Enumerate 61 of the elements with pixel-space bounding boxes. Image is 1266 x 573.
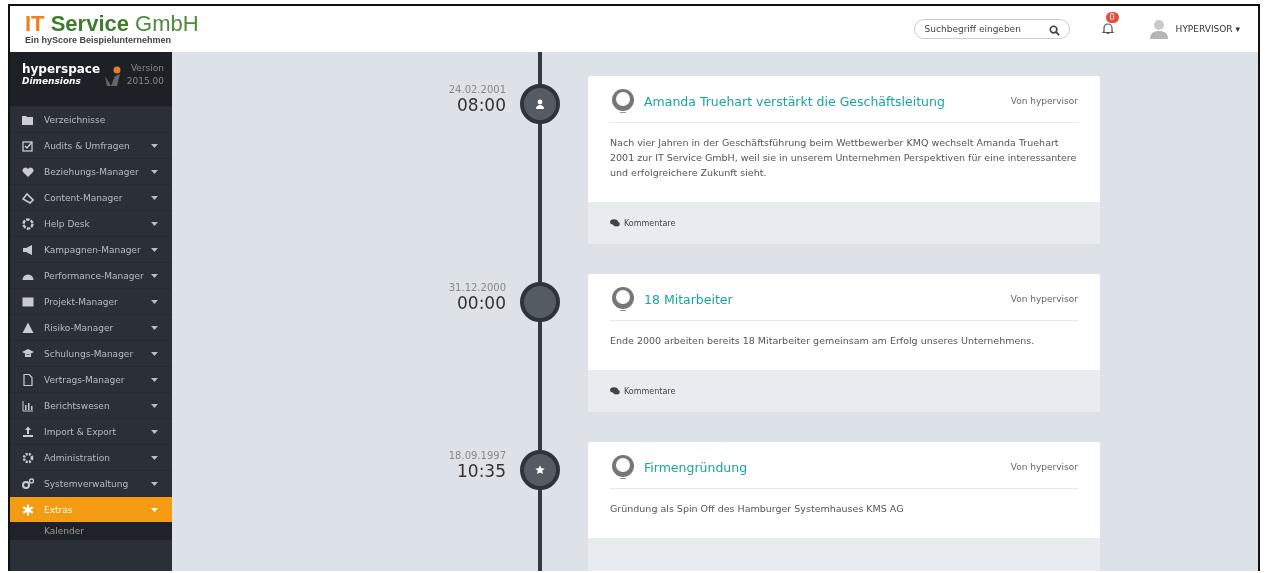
notification-count: 0 [1105,12,1119,23]
event-description: Gründung als Spin Off des Hamburger Systemhauses KMS AG [609,502,905,516]
gears-icon [22,477,34,490]
comments-icon [610,387,620,395]
event-date: 18.09.1997 [447,450,506,461]
sidebar-item[interactable]: Verzeichnisse [10,106,172,132]
avatar-icon [1147,18,1170,40]
event-time: 08:00 [456,95,506,115]
user-menu[interactable]: HYPERVISOR ▾ [1147,18,1240,40]
cap-icon [22,347,34,360]
event-date: 31.12.2000 [447,282,506,293]
comments-link[interactable]: Kommentare [610,386,676,396]
chart-icon [22,399,34,412]
sidebar-subitem[interactable]: Kalender [10,522,172,540]
warning-icon [22,321,34,334]
sidebar-item[interactable]: Kampagnen-Manager [10,236,172,262]
event-time: 10:35 [456,461,506,481]
sidebar-item[interactable]: Schulungs-Manager [10,340,172,366]
event-author: Von hypervisor [1010,294,1078,304]
heart-icon [22,165,34,178]
sidebar-item[interactable]: Audits & Umfragen [10,132,172,158]
sidebar-item[interactable]: Risiko-Manager [10,314,172,340]
company-tagline: Ein hyScore Beispielunternehmen [25,35,173,45]
avatar-icon [610,454,636,480]
event-time: 00:00 [456,293,506,313]
star-icon [535,465,545,475]
lifebuoy-icon [22,217,34,230]
event-description: Ende 2000 arbeiten bereits 18 Mitarbeiter gemeinsam am Erfolg unseres Unternehmens. [609,334,1036,348]
comments-link[interactable]: Kommentare [610,218,676,228]
version-label: Version 2015.00 [126,62,164,88]
upload-icon [22,425,34,438]
company-logo: IT Service GmbH [25,13,199,35]
logo-mark-icon [104,66,123,88]
document-icon [22,373,34,386]
sidebar-item[interactable]: Projekt-Manager [10,288,172,314]
asterisk-icon [22,503,34,516]
gear-icon [22,451,34,464]
avatar-icon [610,88,636,114]
product-logo: hyperspace Dimensions [22,62,101,86]
event-description: Nach vier Jahren in der Geschäftsführung beim Wettbewerber KMQ wechselt Amanda Truehart 2001 zur IT Service GmbH, weil sie in unserem Unternehmen Perspektiven für eine interessantere und erfolgreichere Zukunft sieht. [609,136,1078,180]
sidebar-item[interactable]: Beziehungs-Manager [10,158,172,184]
event-date: 24.02.2001 [447,84,506,95]
folder-icon [22,113,34,126]
comments-icon [610,219,620,227]
bell-icon[interactable] [1101,22,1114,35]
person-icon [535,99,545,109]
sidebar-item[interactable]: Import & Export [10,418,172,444]
screen-icon [22,295,34,308]
sidebar-item[interactable]: Content-Manager [10,184,172,210]
sidebar-item[interactable]: Vertrags-Manager [10,366,172,392]
search-field[interactable]: Suchbegriff eingeben [913,19,1070,39]
sidebar-item[interactable]: Performance-Manager [10,262,172,288]
sidebar-item[interactable]: Berichtswesen [10,392,172,418]
avatar-icon [610,286,636,312]
event-author: Von hypervisor [1010,462,1078,472]
sidebar-item[interactable]: Help Desk [10,210,172,236]
sidebar-item[interactable]: Administration [10,444,172,470]
search-icon[interactable] [1048,25,1060,36]
event-author: Von hypervisor [1010,96,1078,106]
megaphone-icon [22,243,34,256]
check-icon [22,139,34,152]
